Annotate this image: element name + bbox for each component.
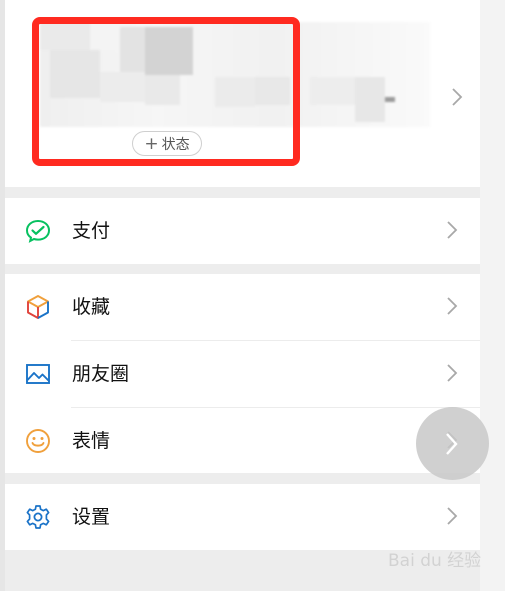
- menu-item-label: 设置: [72, 506, 111, 528]
- chevron-right-icon: [447, 364, 458, 382]
- menu-item-label: 收藏: [72, 296, 111, 318]
- menu-item-label: 朋友圈: [72, 363, 130, 385]
- chevron-right-icon: [446, 433, 458, 455]
- smiley-icon: [26, 429, 50, 453]
- menu-item-pay[interactable]: 支付: [5, 198, 480, 264]
- wechat-pay-icon: [25, 219, 51, 243]
- right-edge: [480, 0, 505, 591]
- plus-icon: +: [144, 133, 159, 154]
- chevron-right-icon: [452, 88, 463, 106]
- status-label: 状态: [161, 136, 190, 153]
- menu-item-favorites[interactable]: 收藏: [5, 274, 480, 340]
- menu-item-stickers[interactable]: 表情: [5, 408, 480, 474]
- watermark-text: Bai du 经验: [388, 551, 482, 571]
- menu-item-label: 支付: [72, 220, 111, 242]
- services-card: 收藏 朋友圈 表情: [5, 274, 480, 473]
- chevron-right-icon: [447, 221, 458, 239]
- add-status-button[interactable]: + 状态: [132, 131, 202, 156]
- menu-item-label: 表情: [72, 430, 111, 452]
- me-page: + 状态 支付 收藏 朋友圈 表情 设置: [0, 0, 480, 591]
- chevron-right-icon: [447, 507, 458, 525]
- chevron-right-icon: [447, 297, 458, 315]
- gear-icon: [26, 505, 50, 529]
- image-icon: [26, 364, 50, 384]
- menu-item-moments[interactable]: 朋友圈: [5, 341, 480, 407]
- floating-assistive-button[interactable]: [416, 407, 489, 480]
- profile-card[interactable]: + 状态: [5, 0, 480, 187]
- cube-icon: [27, 295, 49, 319]
- baidu-watermark: Bai du 经验: [388, 536, 488, 580]
- pay-card: 支付: [5, 198, 480, 264]
